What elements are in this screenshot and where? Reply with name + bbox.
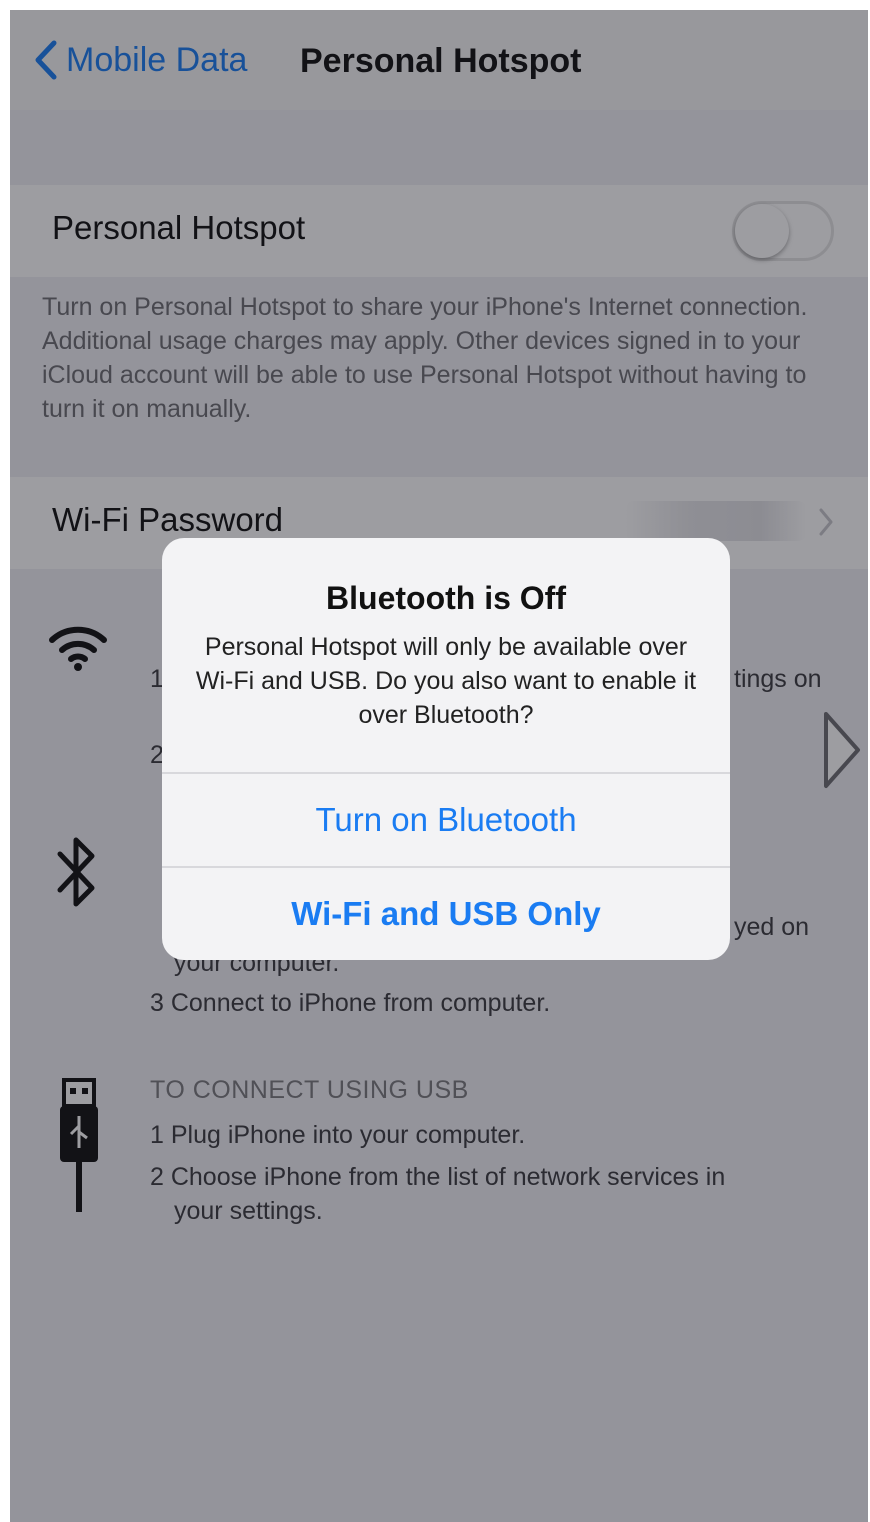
alert-title: Bluetooth is Off (326, 580, 566, 616)
turn-on-bluetooth-button[interactable]: Turn on Bluetooth (162, 772, 730, 864)
wifi-and-usb-only-button[interactable]: Wi-Fi and USB Only (162, 866, 730, 958)
bluetooth-alert-dialog: Bluetooth is Off Personal Hotspot will o… (162, 538, 730, 960)
alert-message: Personal Hotspot will only be available … (195, 633, 697, 729)
settings-screen: Mobile Data Personal Hotspot Personal Ho… (10, 10, 868, 1522)
